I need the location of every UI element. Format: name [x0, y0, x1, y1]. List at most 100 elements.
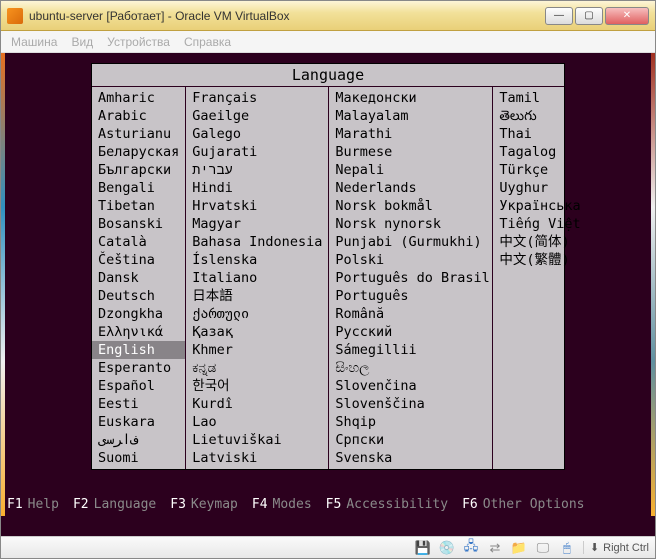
fkey-f1[interactable]: F1Help	[7, 497, 59, 512]
language-option[interactable]: Español	[92, 377, 185, 395]
fkey-f6[interactable]: F6Other Options	[462, 497, 584, 512]
language-option[interactable]: Tiếng Việt	[493, 215, 586, 233]
fkey-f5[interactable]: F5Accessibility	[326, 497, 448, 512]
menu-machine[interactable]: Машина	[11, 35, 57, 49]
language-option[interactable]: ಕನ್ನಡ	[186, 359, 328, 377]
language-option[interactable]: 中文(繁體)	[493, 251, 586, 269]
language-option[interactable]: Português do Brasil	[329, 269, 492, 287]
language-option[interactable]: Română	[329, 305, 492, 323]
mouse-icon[interactable]: 🖱	[559, 540, 575, 556]
language-option[interactable]: Gujarati	[186, 143, 328, 161]
language-option[interactable]: Euskara	[92, 413, 185, 431]
language-option[interactable]: Norsk bokmål	[329, 197, 492, 215]
host-key[interactable]: ⬇ Right Ctrl	[583, 541, 649, 554]
language-option[interactable]: Eesti	[92, 395, 185, 413]
language-option[interactable]: עברית	[186, 161, 328, 179]
language-option[interactable]: Slovenčina	[329, 377, 492, 395]
language-option[interactable]: Íslenska	[186, 251, 328, 269]
language-option[interactable]: 中文(简体)	[493, 233, 586, 251]
language-option[interactable]: ﻑﺍﺮﺳی	[92, 431, 185, 449]
language-option[interactable]: Suomi	[92, 449, 185, 467]
fkey-f2[interactable]: F2Language	[73, 497, 156, 512]
language-option[interactable]: 한국어	[186, 377, 328, 395]
shared-icon[interactable]: 📁	[511, 540, 527, 556]
language-option[interactable]: Kurdî	[186, 395, 328, 413]
language-option[interactable]: Tibetan	[92, 197, 185, 215]
language-option[interactable]: English	[92, 341, 185, 359]
language-option[interactable]: Tagalog	[493, 143, 586, 161]
language-option[interactable]: Galego	[186, 125, 328, 143]
language-option[interactable]: Қазақ	[186, 323, 328, 341]
language-option[interactable]: 日本語	[186, 287, 328, 305]
language-option[interactable]: Беларуская	[92, 143, 185, 161]
language-option[interactable]: Bosanski	[92, 215, 185, 233]
language-option[interactable]: Svenska	[329, 449, 492, 467]
language-option[interactable]: Français	[186, 89, 328, 107]
language-option[interactable]: Bengali	[92, 179, 185, 197]
language-option[interactable]: Hindi	[186, 179, 328, 197]
language-option[interactable]: Català	[92, 233, 185, 251]
maximize-button[interactable]: ▢	[575, 7, 603, 25]
language-panel: Language AmharicArabicAsturianuБеларуска…	[91, 63, 565, 470]
language-option[interactable]: Uyghur	[493, 179, 586, 197]
language-option[interactable]: Sámegillii	[329, 341, 492, 359]
language-option[interactable]: Русский	[329, 323, 492, 341]
language-header: Language	[92, 64, 564, 87]
language-option[interactable]: Norsk nynorsk	[329, 215, 492, 233]
language-option[interactable]: Amharic	[92, 89, 185, 107]
fkey-f3[interactable]: F3Keymap	[170, 497, 238, 512]
language-option[interactable]: Português	[329, 287, 492, 305]
language-option[interactable]: Polski	[329, 251, 492, 269]
language-option[interactable]: Khmer	[186, 341, 328, 359]
language-option[interactable]: తెలుగు	[493, 107, 586, 125]
language-option[interactable]: සිංහල	[329, 359, 492, 377]
language-option[interactable]: Hrvatski	[186, 197, 328, 215]
language-option[interactable]: Shqip	[329, 413, 492, 431]
minimize-button[interactable]: —	[545, 7, 573, 25]
language-option[interactable]: Српски	[329, 431, 492, 449]
language-option[interactable]: Thai	[493, 125, 586, 143]
language-option[interactable]: Esperanto	[92, 359, 185, 377]
language-option[interactable]: Dzongkha	[92, 305, 185, 323]
language-option[interactable]: Arabic	[92, 107, 185, 125]
close-button[interactable]: ✕	[605, 7, 649, 25]
language-option[interactable]: Tamil	[493, 89, 586, 107]
language-option[interactable]: Malayalam	[329, 107, 492, 125]
titlebar[interactable]: ubuntu-server [Работает] - Oracle VM Vir…	[1, 1, 655, 31]
fkey-key: F5	[326, 497, 342, 512]
language-option[interactable]: Punjabi (Gurmukhi)	[329, 233, 492, 251]
language-option[interactable]: ქართული	[186, 305, 328, 323]
fkey-f4[interactable]: F4Modes	[252, 497, 312, 512]
language-option[interactable]: Lietuviškai	[186, 431, 328, 449]
language-option[interactable]: Slovenščina	[329, 395, 492, 413]
usb-icon[interactable]: ⇄	[487, 540, 503, 556]
language-option[interactable]: Nepali	[329, 161, 492, 179]
disk-icon[interactable]: 💾	[415, 540, 431, 556]
language-option[interactable]: Italiano	[186, 269, 328, 287]
language-option[interactable]: Nederlands	[329, 179, 492, 197]
language-option[interactable]: Türkçe	[493, 161, 586, 179]
menu-devices[interactable]: Устройства	[107, 35, 170, 49]
language-option[interactable]: Burmese	[329, 143, 492, 161]
language-option[interactable]: Asturianu	[92, 125, 185, 143]
language-option[interactable]: Deutsch	[92, 287, 185, 305]
fkey-key: F3	[170, 497, 186, 512]
vm-screen[interactable]: Language AmharicArabicAsturianuБеларуска…	[1, 53, 655, 536]
language-option[interactable]: Gaeilge	[186, 107, 328, 125]
net-icon[interactable]: 🖧	[463, 540, 479, 556]
language-option[interactable]: Marathi	[329, 125, 492, 143]
language-option[interactable]: Čeština	[92, 251, 185, 269]
cd-icon[interactable]: 💿	[439, 540, 455, 556]
language-option[interactable]: Magyar	[186, 215, 328, 233]
language-option[interactable]: Latviski	[186, 449, 328, 467]
language-option[interactable]: Українська	[493, 197, 586, 215]
video-icon[interactable]: 🖵	[535, 540, 551, 556]
language-option[interactable]: Ελληνικά	[92, 323, 185, 341]
menu-view[interactable]: Вид	[71, 35, 93, 49]
language-option[interactable]: Македонски	[329, 89, 492, 107]
language-option[interactable]: Dansk	[92, 269, 185, 287]
language-option[interactable]: Български	[92, 161, 185, 179]
language-option[interactable]: Bahasa Indonesia	[186, 233, 328, 251]
language-option[interactable]: Lao	[186, 413, 328, 431]
menu-help[interactable]: Справка	[184, 35, 231, 49]
